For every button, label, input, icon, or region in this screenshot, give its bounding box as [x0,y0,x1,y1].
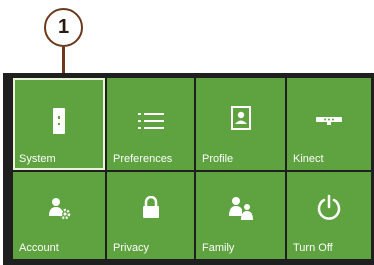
tile-privacy[interactable]: Privacy [107,172,194,259]
tile-label-account: Account [19,242,59,254]
settings-panel: System Preferences Profile Kinect Accoun… [3,73,374,265]
tile-kinect[interactable]: Kinect [287,78,371,170]
tile-label-kinect: Kinect [293,153,324,165]
step-callout-badge: 1 [44,8,83,47]
tile-family[interactable]: Family [196,172,285,259]
list-icon [107,112,194,130]
tile-account[interactable]: Account [13,172,105,259]
tile-turn-off[interactable]: Turn Off [287,172,371,259]
account-gear-icon [13,196,105,220]
kinect-sensor-icon [287,116,371,126]
tile-label-privacy: Privacy [113,242,150,254]
power-icon [287,194,371,220]
console-icon [13,108,105,134]
tile-label-preferences: Preferences [113,153,173,165]
profile-card-icon [196,106,285,130]
tile-label-profile: Profile [202,153,234,165]
family-icon [196,196,285,220]
step-callout-number: 1 [57,16,70,38]
tile-preferences[interactable]: Preferences [107,78,194,170]
tile-system[interactable]: System [13,78,105,170]
lock-icon [107,196,194,218]
tile-label-family: Family [202,242,235,254]
tile-label-turn-off: Turn Off [293,242,333,254]
tile-profile[interactable]: Profile [196,78,285,170]
tile-label-system: System [19,153,56,165]
